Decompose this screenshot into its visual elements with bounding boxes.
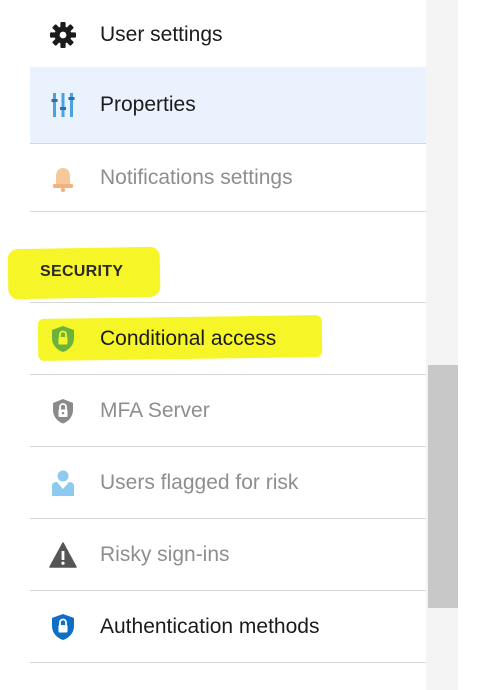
bell-icon: [48, 163, 78, 193]
warning-icon: [48, 540, 78, 570]
menu-item-risky-sign-ins[interactable]: Risky sign-ins: [30, 519, 426, 591]
menu-item-users-flagged-for-risk[interactable]: Users flagged for risk: [30, 447, 426, 519]
properties-icon: [48, 90, 78, 120]
menu-item-notifications-settings[interactable]: Notifications settings: [30, 144, 426, 212]
section-security: SECURITY: [7, 212, 426, 303]
menu-item-user-settings[interactable]: User settings: [30, 0, 426, 71]
user-flag-icon: [48, 468, 78, 498]
menu-item-label: Risky sign-ins: [100, 542, 230, 566]
menu-item-label: MFA Server: [100, 398, 210, 422]
menu-item-conditional-access[interactable]: Conditional access: [30, 303, 426, 375]
gear-icon: [48, 20, 78, 50]
menu-item-mfa-server[interactable]: MFA Server: [30, 375, 426, 447]
menu-item-label: User settings: [100, 23, 223, 46]
section-heading: SECURITY: [40, 263, 124, 280]
menu-item-label: Users flagged for risk: [100, 470, 299, 494]
menu-item-label: Authentication methods: [100, 614, 320, 638]
sidebar-menu: User settings Properties Notifications s…: [0, 0, 426, 690]
menu-item-label: Properties: [100, 93, 196, 116]
menu-item-label: Notifications settings: [100, 165, 293, 189]
menu-item-properties[interactable]: Properties: [30, 67, 426, 144]
scrollbar-thumb[interactable]: [428, 365, 458, 608]
menu-item-authentication-methods[interactable]: Authentication methods: [30, 591, 426, 663]
auth-shield-icon: [48, 612, 78, 642]
mfa-lock-icon: [48, 396, 78, 426]
shield-lock-icon: [48, 324, 78, 354]
menu-item-label: Conditional access: [100, 326, 277, 350]
